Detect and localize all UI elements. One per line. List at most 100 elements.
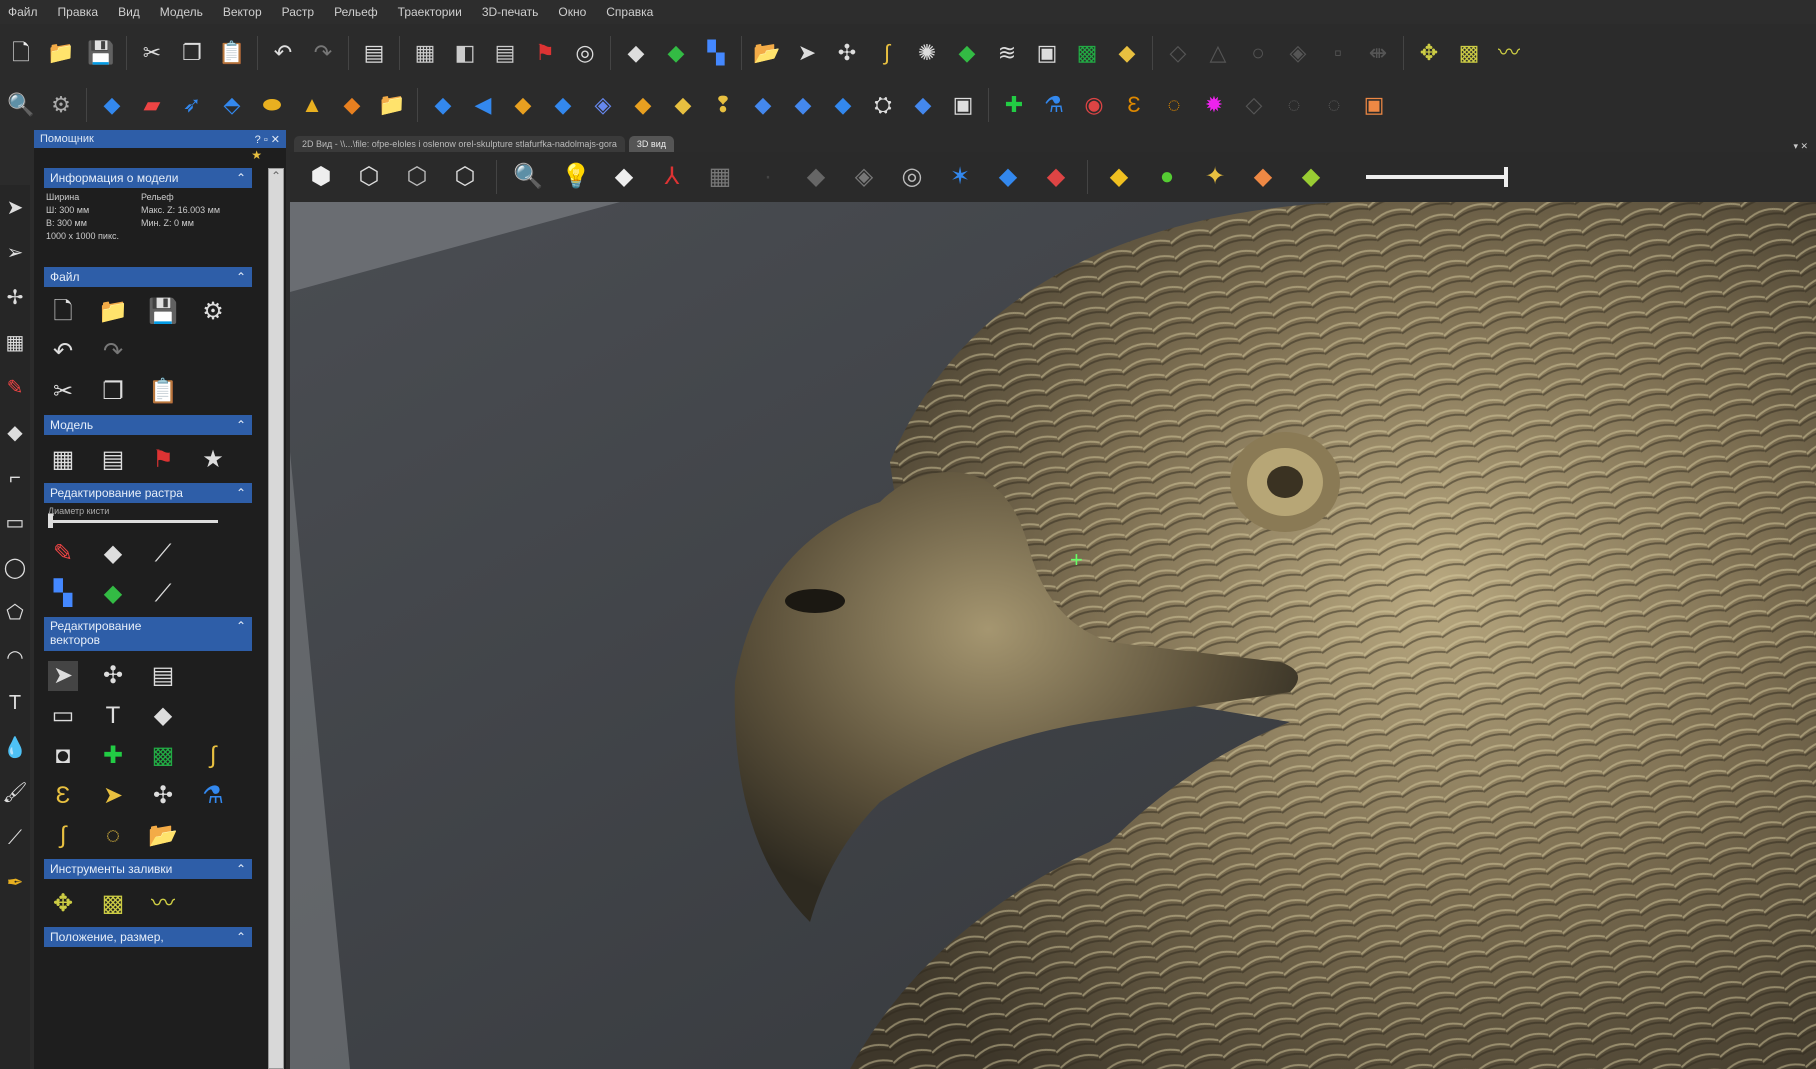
shade-icon[interactable]: ◆ <box>607 158 641 196</box>
orange-2-icon[interactable]: ◆ <box>628 90 658 120</box>
menu-5[interactable]: Растр <box>282 5 314 19</box>
disabled-icon[interactable]: · <box>751 158 785 196</box>
brackets-icon[interactable]: Ɛ <box>1119 90 1149 120</box>
shape-1-icon[interactable]: ◆ <box>799 158 833 196</box>
nodes-icon[interactable]: ✣ <box>148 781 178 811</box>
green-diamond-icon[interactable]: ◆ <box>98 579 128 609</box>
open-folder-icon[interactable]: 📁 <box>98 297 128 327</box>
green-squares-icon[interactable]: ▩ <box>148 741 178 771</box>
zoom-icon[interactable]: 🔍 <box>6 90 36 120</box>
grid-icon[interactable]: ▦ <box>703 158 737 196</box>
bell-icon[interactable]: ◌ <box>98 821 128 851</box>
blue-2-icon[interactable]: ◀ <box>468 90 498 120</box>
curve-icon[interactable]: ∫ <box>48 821 78 851</box>
view-front-icon[interactable]: ⬡ <box>352 158 386 196</box>
blue-shape-icon[interactable]: ⬘ <box>217 90 247 120</box>
undo-icon[interactable]: ↶ <box>268 38 298 68</box>
copy-icon[interactable]: ❐ <box>177 38 207 68</box>
magenta-gear-icon[interactable]: ✹ <box>1199 90 1229 120</box>
yellow-pack-icon[interactable]: ✦ <box>1198 158 1232 196</box>
eraser-icon[interactable]: ▰ <box>137 90 167 120</box>
blue-5-icon[interactable]: ◆ <box>748 90 778 120</box>
line2-icon[interactable]: ⟋ <box>148 579 178 609</box>
menu-2[interactable]: Вид <box>118 5 140 19</box>
bulb-icon[interactable]: ❢ <box>708 90 738 120</box>
text-tool-icon[interactable]: T <box>98 701 128 731</box>
drop-icon[interactable]: 💧 <box>0 725 30 770</box>
new-file-icon[interactable]: 🗋 <box>6 38 36 68</box>
plane-red-icon[interactable]: ◆ <box>1039 158 1073 196</box>
brush-diameter-slider[interactable] <box>48 520 218 523</box>
layers-icon[interactable]: ▤ <box>98 445 128 475</box>
flag-icon[interactable]: ⚑ <box>530 38 560 68</box>
color-grid-icon[interactable]: ▚ <box>48 579 78 609</box>
cube-icon[interactable]: ▣ <box>948 90 978 120</box>
rect-icon[interactable]: ▭ <box>48 701 78 731</box>
paste-icon[interactable]: 📋 <box>148 377 178 407</box>
vector-arrow-icon[interactable]: ➤ <box>792 38 822 68</box>
green-diamond-icon[interactable]: ◆ <box>661 38 691 68</box>
layers-icon[interactable]: ▤ <box>490 38 520 68</box>
knife-icon[interactable]: ⟋ <box>0 815 30 860</box>
light-icon[interactable]: 💡 <box>559 158 593 196</box>
arc-icon[interactable]: ◠ <box>0 635 30 680</box>
tab-3d-view[interactable]: 3D вид <box>629 136 674 152</box>
brush-icon[interactable]: 🖌 <box>0 770 30 815</box>
menu-4[interactable]: Вектор <box>223 5 262 19</box>
blue-6-icon[interactable]: ◆ <box>788 90 818 120</box>
save-icon[interactable]: 💾 <box>148 297 178 327</box>
gear-icon[interactable]: ⚙ <box>46 90 76 120</box>
texture-icon[interactable]: ▩ <box>98 889 128 919</box>
menu-6[interactable]: Рельеф <box>334 5 378 19</box>
document-icon[interactable]: ▤ <box>359 38 389 68</box>
plane-yellow-icon[interactable]: ◆ <box>1102 158 1136 196</box>
tab-window-controls[interactable]: ▾ ✕ <box>1793 141 1816 152</box>
plus-icon[interactable]: ✚ <box>98 741 128 771</box>
flask-icon[interactable]: ⚗ <box>1039 90 1069 120</box>
menu-3[interactable]: Модель <box>160 5 203 19</box>
blue-plane-icon[interactable]: ◆ <box>97 90 127 120</box>
disabled-1-icon[interactable]: ◇ <box>1163 38 1193 68</box>
brackets-icon[interactable]: Ɛ <box>48 781 78 811</box>
shape-2-icon[interactable]: ◈ <box>847 158 881 196</box>
view-iso-icon[interactable]: ⬢ <box>304 158 338 196</box>
open-folder-icon[interactable]: 📁 <box>46 38 76 68</box>
copy-icon[interactable]: ❐ <box>98 377 128 407</box>
select-icon[interactable]: ➤ <box>48 661 78 691</box>
section-fill-tools[interactable]: Инструменты заливки⌃ <box>44 859 252 879</box>
blue-8-icon[interactable]: ◆ <box>908 90 938 120</box>
overlap-icon[interactable]: ◎ <box>895 158 929 196</box>
folder-relief-icon[interactable]: 📁 <box>377 90 407 120</box>
panel-controls[interactable]: ? ▫ ✕ <box>255 133 280 146</box>
menu-7[interactable]: Траектории <box>398 5 462 19</box>
disabled-8-icon[interactable]: ◌ <box>1279 90 1309 120</box>
flag-icon[interactable]: ⚑ <box>148 445 178 475</box>
nodes-icon[interactable]: ✣ <box>832 38 862 68</box>
section-position-size[interactable]: Положение, размер,⌃ <box>44 927 252 947</box>
move-nodes-icon[interactable]: ✥ <box>48 889 78 919</box>
panel-scrollbar[interactable]: ⌃ <box>268 168 284 1069</box>
grid-icon[interactable]: ▦ <box>0 320 30 365</box>
blue-arrow-icon[interactable]: ➶ <box>177 90 207 120</box>
star-icon[interactable]: ★ <box>198 445 228 475</box>
green-round-icon[interactable]: ● <box>1150 158 1184 196</box>
menu-8[interactable]: 3D-печать <box>482 5 539 19</box>
yellow-1-icon[interactable]: ◆ <box>668 90 698 120</box>
bell-icon[interactable]: ◌ <box>1159 90 1189 120</box>
folder-icon[interactable]: 📂 <box>148 821 178 851</box>
paste-icon[interactable]: 📋 <box>217 38 247 68</box>
disabled-9-icon[interactable]: ◌ <box>1319 90 1349 120</box>
split-icon[interactable]: ◧ <box>450 38 480 68</box>
green-plus-icon[interactable]: ✚ <box>999 90 1029 120</box>
text-icon[interactable]: T <box>0 680 30 725</box>
color-grid-icon[interactable]: ▚ <box>701 38 731 68</box>
new-file-icon[interactable]: 🗋 <box>48 297 78 327</box>
pencil-icon[interactable]: ✎ <box>0 365 30 410</box>
red-pencil-icon[interactable]: ✎ <box>48 539 78 569</box>
arrow-icon[interactable]: ➤ <box>98 781 128 811</box>
blue-4-icon[interactable]: ◈ <box>588 90 618 120</box>
align-icon[interactable]: ▤ <box>148 661 178 691</box>
polyline-icon[interactable]: ⌐ <box>0 455 30 500</box>
folder-vector-icon[interactable]: 📂 <box>752 38 782 68</box>
cut-icon[interactable]: ✂ <box>137 38 167 68</box>
